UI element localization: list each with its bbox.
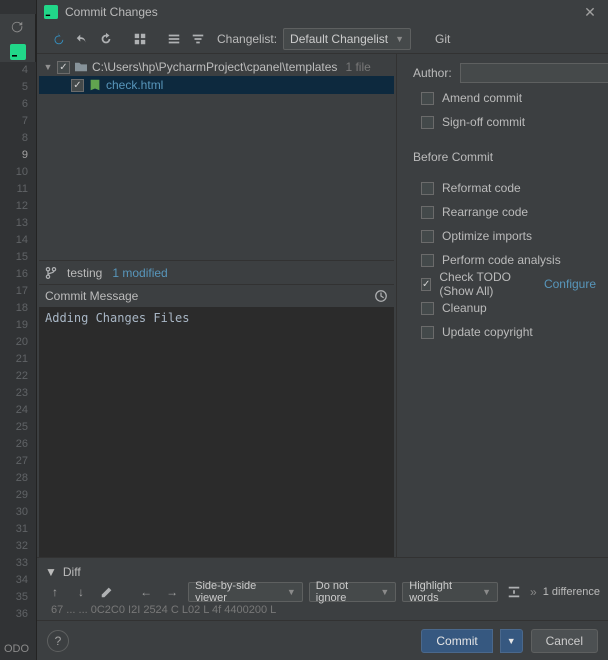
help-button[interactable]: ?	[47, 630, 69, 652]
expand-all-icon[interactable]	[163, 28, 185, 50]
checkbox-analysis[interactable]	[421, 254, 434, 267]
close-icon[interactable]: ✕	[578, 4, 602, 21]
refresh-icon[interactable]	[47, 28, 69, 50]
ignore-combo[interactable]: Do not ignore ▼	[309, 582, 396, 602]
arrow-right-icon[interactable]: →	[162, 581, 182, 603]
check-todo-label: Check TODO (Show All)	[439, 270, 532, 298]
arrow-left-icon[interactable]: ←	[136, 581, 156, 603]
checkbox-check-todo[interactable]	[421, 278, 431, 291]
collapse-unchanged-icon[interactable]	[504, 581, 524, 603]
checkbox-cleanup[interactable]	[421, 302, 434, 315]
branch-bar: testing 1 modified	[39, 260, 394, 284]
redo-icon[interactable]	[95, 28, 117, 50]
chevron-down-icon[interactable]: ▼	[43, 62, 53, 72]
dialog-titlebar: Commit Changes ✕	[37, 0, 608, 24]
edit-icon[interactable]	[97, 581, 117, 603]
commit-dropdown-button[interactable]: ▼	[500, 629, 523, 653]
author-input[interactable]	[460, 63, 608, 83]
undo-icon[interactable]	[71, 28, 93, 50]
rearrange-label: Rearrange code	[442, 205, 528, 219]
changelist-label: Changelist:	[217, 32, 277, 46]
optimize-label: Optimize imports	[442, 229, 532, 243]
chevron-down-icon: ▼	[395, 34, 404, 44]
changelist-combo[interactable]: Default Changelist ▼	[283, 28, 411, 50]
folder-icon	[74, 60, 88, 74]
vcs-label: Git	[435, 32, 450, 46]
highlight-combo[interactable]: Highlight words ▼	[402, 582, 498, 602]
checkbox[interactable]	[71, 79, 84, 92]
cleanup-label: Cleanup	[442, 301, 487, 315]
ignore-label: Do not ignore	[316, 580, 375, 604]
branch-icon	[45, 266, 57, 280]
checkbox-copyright[interactable]	[421, 326, 434, 339]
chevron-down-icon: ▼	[380, 587, 389, 597]
commit-toolbar: Changelist: Default Changelist ▼ Git	[37, 24, 608, 54]
dialog-title: Commit Changes	[65, 5, 158, 19]
checkbox-optimize[interactable]	[421, 230, 434, 243]
copyright-label: Update copyright	[442, 325, 533, 339]
history-icon[interactable]	[374, 289, 388, 303]
analysis-label: Perform code analysis	[442, 253, 561, 267]
chevron-down-icon: ▼	[507, 636, 516, 646]
author-label: Author:	[413, 66, 452, 80]
arrow-down-icon[interactable]: ↓	[71, 581, 91, 603]
signoff-label: Sign-off commit	[442, 115, 525, 129]
checkbox-amend[interactable]	[421, 92, 434, 105]
viewer-combo[interactable]: Side-by-side viewer ▼	[188, 582, 303, 602]
checkbox-rearrange[interactable]	[421, 206, 434, 219]
chevron-down-icon: ▼	[482, 587, 491, 597]
changes-tree[interactable]: ▼ C:\Users\hp\PycharmProject\cpanel\temp…	[39, 56, 394, 260]
chevron-down-icon[interactable]: ▼	[45, 565, 57, 579]
commit-message-label: Commit Message	[45, 289, 138, 303]
diff-header-label: Diff	[63, 565, 81, 579]
commit-message-input[interactable]	[39, 307, 394, 557]
reformat-label: Reformat code	[442, 181, 521, 195]
refresh-icon[interactable]	[10, 20, 26, 36]
changelist-selected: Default Changelist	[290, 32, 388, 46]
chevron-down-icon: ▼	[287, 587, 296, 597]
pycharm-icon	[43, 4, 59, 20]
more-icon[interactable]: »	[530, 585, 537, 599]
checkbox[interactable]	[57, 61, 70, 74]
tree-root-row[interactable]: ▼ C:\Users\hp\PycharmProject\cpanel\temp…	[39, 58, 394, 76]
checkbox-reformat[interactable]	[421, 182, 434, 195]
editor-gutter: 4567891011121314151617181920212223242526…	[0, 62, 36, 623]
checkbox-signoff[interactable]	[421, 116, 434, 129]
arrow-up-icon[interactable]: ↑	[45, 581, 65, 603]
viewer-label: Side-by-side viewer	[195, 580, 281, 604]
tree-file-name: check.html	[106, 78, 163, 92]
diff-count: 1 difference	[543, 586, 600, 598]
tree-file-row[interactable]: check.html	[39, 76, 394, 94]
diff-status-left: 67 ... ... 0C2C0 I2I 2524 C L02 L 4f 440…	[51, 604, 276, 616]
before-commit-header: Before Commit	[413, 150, 596, 168]
amend-label: Amend commit	[442, 91, 522, 105]
tree-count: 1 file	[345, 60, 370, 74]
configure-link[interactable]: Configure	[544, 277, 596, 291]
group-by-icon[interactable]	[129, 28, 151, 50]
commit-changes-dialog: Commit Changes ✕ Changelist: Default Cha…	[36, 0, 608, 660]
branch-modified[interactable]: 1 modified	[112, 266, 167, 280]
collapse-all-icon[interactable]	[187, 28, 209, 50]
pycharm-icon[interactable]	[10, 44, 26, 60]
branch-name[interactable]: testing	[67, 266, 102, 280]
commit-button[interactable]: Commit	[421, 629, 492, 653]
html-file-icon	[88, 78, 102, 92]
cancel-button[interactable]: Cancel	[531, 629, 598, 653]
highlight-label: Highlight words	[409, 580, 476, 604]
tree-path: C:\Users\hp\PycharmProject\cpanel\templa…	[92, 60, 337, 74]
